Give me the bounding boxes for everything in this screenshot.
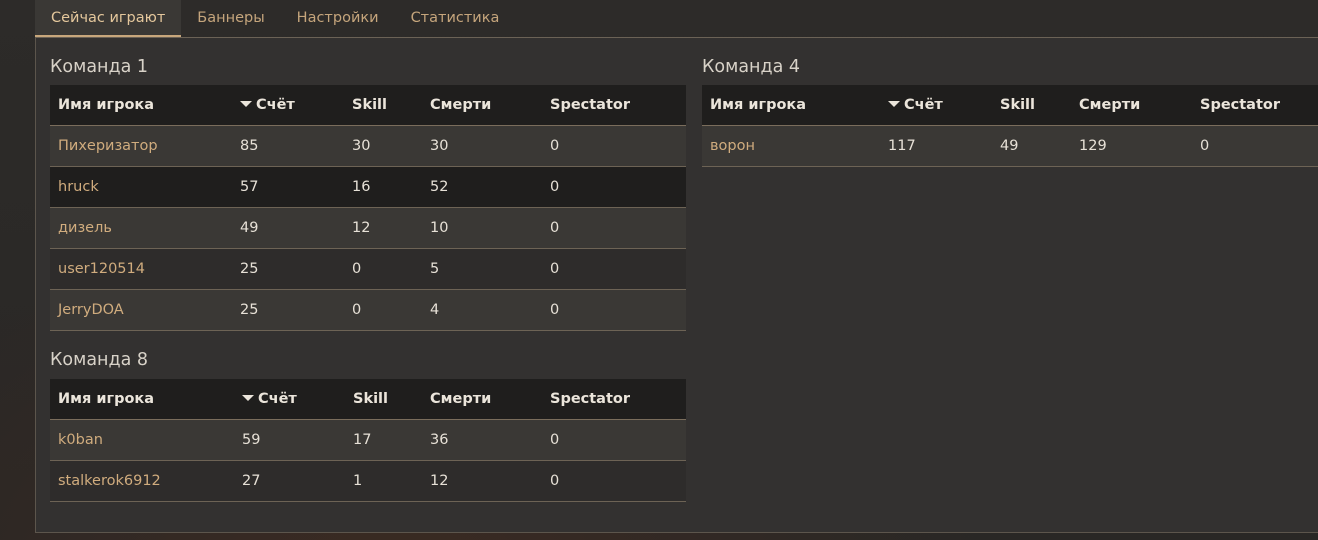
team-title: Команда 1 [50,57,149,77]
team-1-section: Команда 1 Имя игрока Счёт Skill Смерти S… [50,53,686,331]
team-8-table: Имя игрока Счёт Skill Смерти Spectator k… [50,379,686,502]
player-name[interactable]: k0ban [50,419,234,461]
table-row[interactable]: hruck 57 16 52 0 [50,166,686,208]
player-name[interactable]: дизель [50,207,232,249]
table-row[interactable]: дизель 49 12 10 0 [50,207,686,249]
column-header-spectator[interactable]: Spectator [1192,85,1318,126]
player-spectator: 0 [542,419,686,461]
column-header-skill[interactable]: Skill [345,379,422,420]
player-name[interactable]: stalkerok6912 [50,460,234,502]
player-deaths: 5 [422,248,542,290]
player-deaths: 52 [422,166,542,208]
column-header-score[interactable]: Счёт [880,85,992,126]
player-deaths: 12 [422,460,542,502]
table-header-row: Имя игрока Счёт Skill Смерти Spectator [702,85,1318,126]
tab-now-playing[interactable]: Сейчас играют [35,0,182,38]
player-skill: 49 [992,125,1071,167]
sort-desc-icon [242,394,254,401]
player-skill: 12 [344,207,422,249]
column-header-spectator[interactable]: Spectator [542,85,686,126]
player-spectator: 0 [542,248,686,290]
player-skill: 1 [345,460,422,502]
column-header-skill[interactable]: Skill [992,85,1071,126]
sort-desc-icon [888,100,900,107]
table-row[interactable]: ворон 117 49 129 0 [702,125,1318,167]
team-title: Команда 8 [50,350,149,370]
table-row[interactable]: k0ban 59 17 36 0 [50,419,686,461]
player-score: 25 [232,248,344,290]
column-header-name[interactable]: Имя игрока [50,379,234,420]
player-spectator: 0 [542,207,686,249]
column-header-deaths[interactable]: Смерти [422,379,542,420]
player-skill: 16 [344,166,422,208]
column-header-name[interactable]: Имя игрока [702,85,880,126]
table-row[interactable]: user120514 25 0 5 0 [50,248,686,290]
team-title: Команда 4 [702,57,801,77]
column-header-deaths[interactable]: Смерти [422,85,542,126]
player-deaths: 129 [1071,125,1192,167]
tab-banners[interactable]: Баннеры [181,0,280,36]
player-spectator: 0 [542,289,686,331]
team-4-section: Команда 4 Имя игрока Счёт Skill Смерти S… [702,53,1318,167]
sort-desc-icon [240,100,252,107]
player-score: 49 [232,207,344,249]
player-skill: 17 [345,419,422,461]
player-name[interactable]: hruck [50,166,232,208]
player-name[interactable]: Пихеризатор [50,125,232,167]
table-row[interactable]: stalkerok6912 27 1 12 0 [50,460,686,502]
player-score: 117 [880,125,992,167]
table-row[interactable]: Пихеризатор 85 30 30 0 [50,125,686,167]
player-spectator: 0 [542,460,686,502]
column-header-skill[interactable]: Skill [344,85,422,126]
team-1-table: Имя игрока Счёт Skill Смерти Spectator П… [50,85,686,331]
column-header-name[interactable]: Имя игрока [50,85,232,126]
tab-bar: Сейчас играют Баннеры Настройки Статисти… [35,0,515,38]
player-name[interactable]: JerryDOA [50,289,232,331]
player-name[interactable]: user120514 [50,248,232,290]
team-4-table: Имя игрока Счёт Skill Смерти Spectator в… [702,85,1318,167]
team-8-section: Команда 8 Имя игрока Счёт Skill Смерти S… [50,346,686,502]
player-spectator: 0 [542,125,686,167]
player-skill: 30 [344,125,422,167]
player-deaths: 4 [422,289,542,331]
column-header-score[interactable]: Счёт [232,85,344,126]
player-spectator: 0 [1192,125,1318,167]
table-header-row: Имя игрока Счёт Skill Смерти Spectator [50,85,686,126]
player-skill: 0 [344,248,422,290]
player-skill: 0 [344,289,422,331]
player-spectator: 0 [542,166,686,208]
player-score: 27 [234,460,345,502]
player-deaths: 30 [422,125,542,167]
player-deaths: 10 [422,207,542,249]
player-score: 59 [234,419,345,461]
player-score: 57 [232,166,344,208]
column-header-spectator[interactable]: Spectator [542,379,686,420]
table-header-row: Имя игрока Счёт Skill Смерти Spectator [50,379,686,420]
column-header-score[interactable]: Счёт [234,379,345,420]
tab-statistics[interactable]: Статистика [395,0,516,36]
tab-settings[interactable]: Настройки [281,0,395,36]
player-deaths: 36 [422,419,542,461]
column-header-deaths[interactable]: Смерти [1071,85,1192,126]
player-name[interactable]: ворон [702,125,880,167]
page: Сейчас играют Баннеры Настройки Статисти… [0,0,1318,540]
table-row[interactable]: JerryDOA 25 0 4 0 [50,289,686,331]
player-score: 85 [232,125,344,167]
player-score: 25 [232,289,344,331]
